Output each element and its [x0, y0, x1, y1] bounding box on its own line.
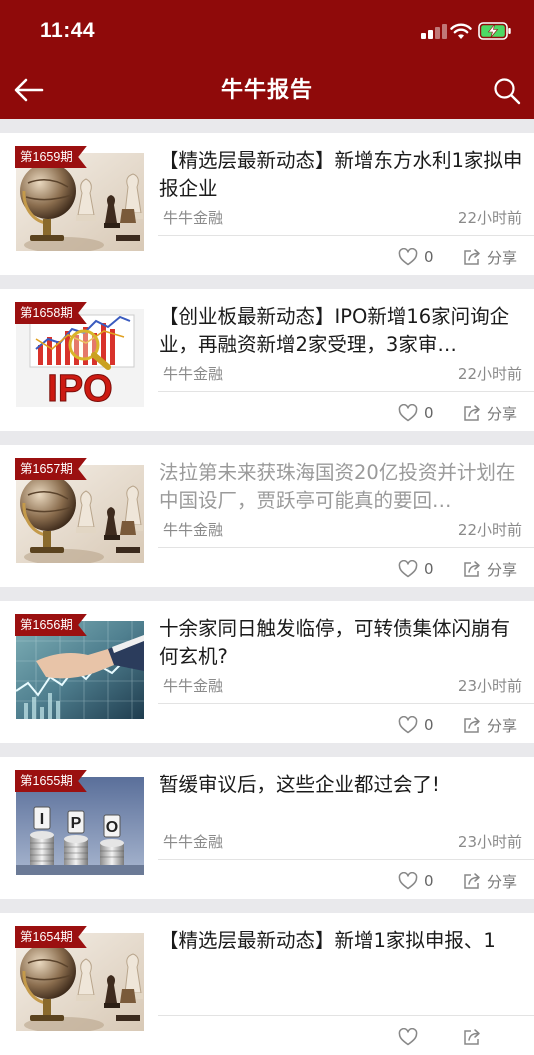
share-label: 分享: [487, 560, 518, 579]
article-title[interactable]: 【精选层最新动态】新增1家拟申报、1: [159, 927, 524, 955]
article-source: 牛牛金融: [163, 365, 224, 383]
heart-icon: [398, 404, 418, 422]
cellular-signal-icon: [421, 23, 447, 39]
article-title[interactable]: 十余家同日触发临停，可转债集体闪崩有何玄机?: [159, 615, 524, 671]
share-icon: [464, 717, 480, 733]
article-source: 牛牛金融: [163, 209, 224, 227]
like-count: 0: [424, 404, 434, 422]
article-card[interactable]: IPO 第1658期 【创业板最新动态】IPO新增16家问询企业，再融资新增2家…: [0, 289, 534, 431]
card-divider: [158, 391, 534, 392]
article-time: 22小时前: [457, 209, 522, 227]
heart-icon: [398, 716, 418, 734]
issue-badge: 第1657期: [15, 458, 87, 480]
card-divider: [158, 235, 534, 236]
svg-text:I: I: [40, 811, 44, 828]
like-count: 0: [424, 248, 434, 266]
issue-badge: 第1656期: [15, 614, 87, 636]
like-button[interactable]: 0: [398, 870, 434, 892]
battery-charging-icon: [478, 22, 511, 40]
heart-icon: [398, 248, 418, 266]
share-button[interactable]: 分享: [463, 714, 517, 736]
share-label: 分享: [487, 248, 518, 267]
share-button[interactable]: 分享: [463, 870, 517, 892]
like-count: 0: [424, 716, 434, 734]
svg-text:O: O: [106, 819, 118, 836]
share-icon: [464, 561, 480, 577]
like-count: 0: [424, 872, 434, 890]
share-icon: [464, 1029, 480, 1045]
share-button[interactable]: 分享: [463, 246, 517, 268]
article-source: 牛牛金融: [163, 833, 224, 851]
like-count: 0: [424, 560, 434, 578]
issue-badge: 第1658期: [15, 302, 87, 324]
wifi-icon: [450, 23, 472, 39]
share-icon: [464, 405, 480, 421]
card-divider: [158, 547, 534, 548]
heart-icon: [398, 560, 418, 578]
heart-icon: [398, 872, 418, 890]
nav-bar: 牛牛报告: [0, 62, 534, 119]
article-source: 牛牛金融: [163, 677, 224, 695]
card-divider: [158, 703, 534, 704]
article-time: 23小时前: [457, 677, 522, 695]
like-button[interactable]: 0: [398, 558, 434, 580]
article-source: 牛牛金融: [163, 521, 224, 539]
share-label: 分享: [487, 404, 518, 423]
like-button[interactable]: 0: [398, 402, 434, 424]
article-card[interactable]: IPO 第1655期 暂缓审议后，这些企业都过会了! 牛牛金融 23小时前 0 …: [0, 757, 534, 899]
article-title[interactable]: 【精选层最新动态】新增东方水利1家拟申报企业: [159, 147, 524, 203]
app-header: 11:44 牛牛报告: [0, 0, 534, 119]
share-icon: [464, 249, 480, 265]
share-label: 分享: [487, 872, 518, 891]
status-time: 11:44: [40, 19, 96, 42]
svg-text:IPO: IPO: [47, 368, 112, 407]
article-title[interactable]: 法拉第未来获珠海国资20亿投资并计划在中国设厂，贾跃亭可能真的要回…: [159, 459, 524, 515]
page-title: 牛牛报告: [220, 78, 313, 103]
issue-badge: 第1655期: [15, 770, 87, 792]
share-button[interactable]: 分享: [463, 402, 517, 424]
article-card[interactable]: 第1654期 【精选层最新动态】新增1家拟申报、1: [0, 913, 534, 1055]
issue-badge: 第1654期: [15, 926, 87, 948]
article-time: 22小时前: [457, 365, 522, 383]
article-card[interactable]: 第1656期 十余家同日触发临停，可转债集体闪崩有何玄机? 牛牛金融 23小时前…: [0, 601, 534, 743]
heart-icon: [398, 1028, 418, 1046]
share-icon: [464, 873, 480, 889]
like-button[interactable]: 0: [398, 246, 434, 268]
share-label: 分享: [487, 716, 518, 735]
svg-text:P: P: [71, 815, 82, 832]
article-time: 22小时前: [457, 521, 522, 539]
article-time: 23小时前: [457, 833, 522, 851]
like-button[interactable]: 0: [398, 714, 434, 736]
article-card[interactable]: 第1659期 【精选层最新动态】新增东方水利1家拟申报企业 牛牛金融 22小时前…: [0, 133, 534, 275]
issue-badge: 第1659期: [15, 146, 87, 168]
share-button[interactable]: [463, 1026, 487, 1048]
card-divider: [158, 859, 534, 860]
article-card[interactable]: 第1657期 法拉第未来获珠海国资20亿投资并计划在中国设厂，贾跃亭可能真的要回…: [0, 445, 534, 587]
status-bar: 11:44: [0, 0, 534, 62]
share-button[interactable]: 分享: [463, 558, 517, 580]
article-title[interactable]: 【创业板最新动态】IPO新增16家问询企业，再融资新增2家受理，3家审…: [159, 303, 524, 359]
search-icon[interactable]: [492, 76, 522, 106]
card-divider: [158, 1015, 534, 1016]
article-title[interactable]: 暂缓审议后，这些企业都过会了!: [159, 771, 524, 799]
like-button[interactable]: [398, 1026, 424, 1048]
